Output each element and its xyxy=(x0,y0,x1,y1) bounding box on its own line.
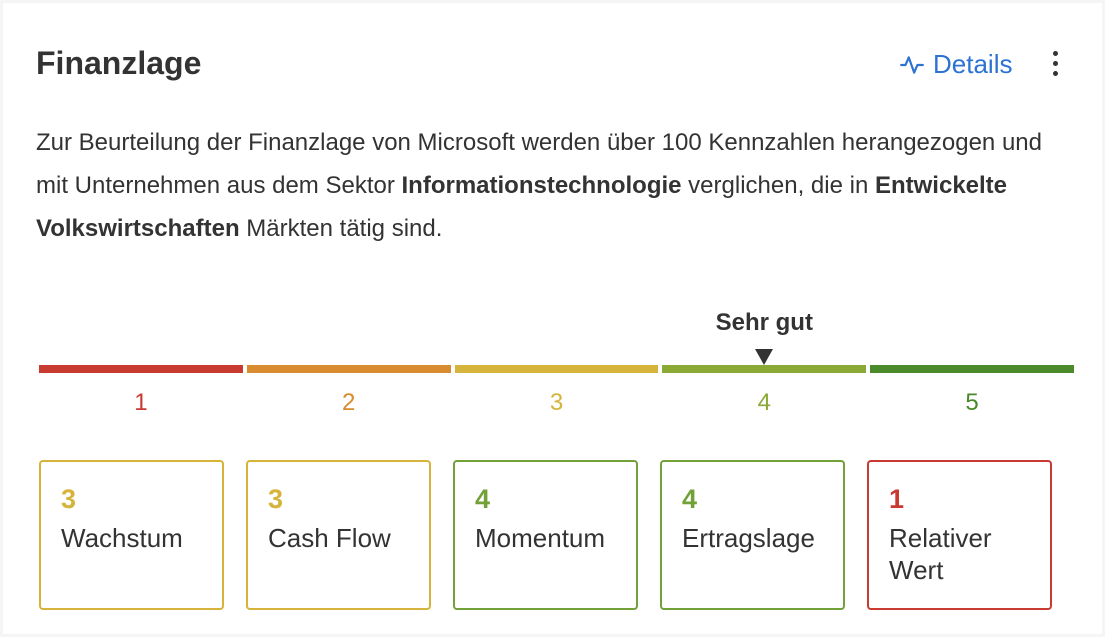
more-options-button[interactable] xyxy=(1043,51,1067,81)
scale-number: 5 xyxy=(965,389,979,416)
more-dot xyxy=(1052,61,1058,66)
scale-number: 1 xyxy=(134,389,148,416)
details-label: Details xyxy=(933,49,1013,79)
description-text: Märkten tätig sind. xyxy=(239,215,443,242)
rating-scale: Sehr gut 1 2 3 4 5 xyxy=(39,303,1074,423)
category-name: Momentum xyxy=(475,523,606,553)
scale-number: 4 xyxy=(757,389,771,416)
category-card[interactable]: 4 Ertragslage xyxy=(660,460,845,610)
scale-segment-5 xyxy=(870,365,1074,373)
scale-segment-2 xyxy=(246,365,451,373)
more-dot xyxy=(1052,71,1058,76)
category-name: Ertragslage xyxy=(682,523,815,553)
rating-label: Sehr gut xyxy=(715,309,813,336)
description: Zur Beurteilung der Finanzlage von Micro… xyxy=(36,121,1056,250)
scale-number: 2 xyxy=(342,389,356,416)
scale-segment-4 xyxy=(662,365,867,373)
category-score: 4 xyxy=(475,484,491,514)
category-name: Cash Flow xyxy=(268,523,391,553)
category-card[interactable]: 3 Wachstum xyxy=(39,460,224,610)
card-title: Finanzlage xyxy=(36,45,202,81)
more-vertical-icon xyxy=(1052,51,1058,56)
category-card[interactable]: 3 Cash Flow xyxy=(246,460,431,610)
activity-icon xyxy=(900,55,924,74)
financial-health-card: Finanzlage Details Zur Beurteilung der F… xyxy=(3,3,1102,634)
category-card[interactable]: 1 Relativer Wert xyxy=(867,460,1052,610)
rating-marker-icon xyxy=(755,349,774,365)
sector-name: Informationstechnologie xyxy=(401,172,682,199)
category-name: Relativer Wert xyxy=(889,523,992,585)
category-score: 4 xyxy=(682,484,698,514)
category-score: 3 xyxy=(268,484,284,514)
category-score: 3 xyxy=(61,484,77,514)
details-link[interactable]: Details xyxy=(899,49,1012,80)
scale-number: 3 xyxy=(549,389,564,416)
description-text: verglichen, die in xyxy=(681,172,875,199)
scale-segment-1 xyxy=(39,365,243,373)
category-card[interactable]: 4 Momentum xyxy=(453,460,638,610)
category-score: 1 xyxy=(889,484,905,514)
category-name: Wachstum xyxy=(61,523,183,553)
category-list: 3 Wachstum 3 Cash Flow 4 Momentum 4 Ertragslage… xyxy=(39,460,1052,610)
scale-segment-3 xyxy=(454,365,659,373)
